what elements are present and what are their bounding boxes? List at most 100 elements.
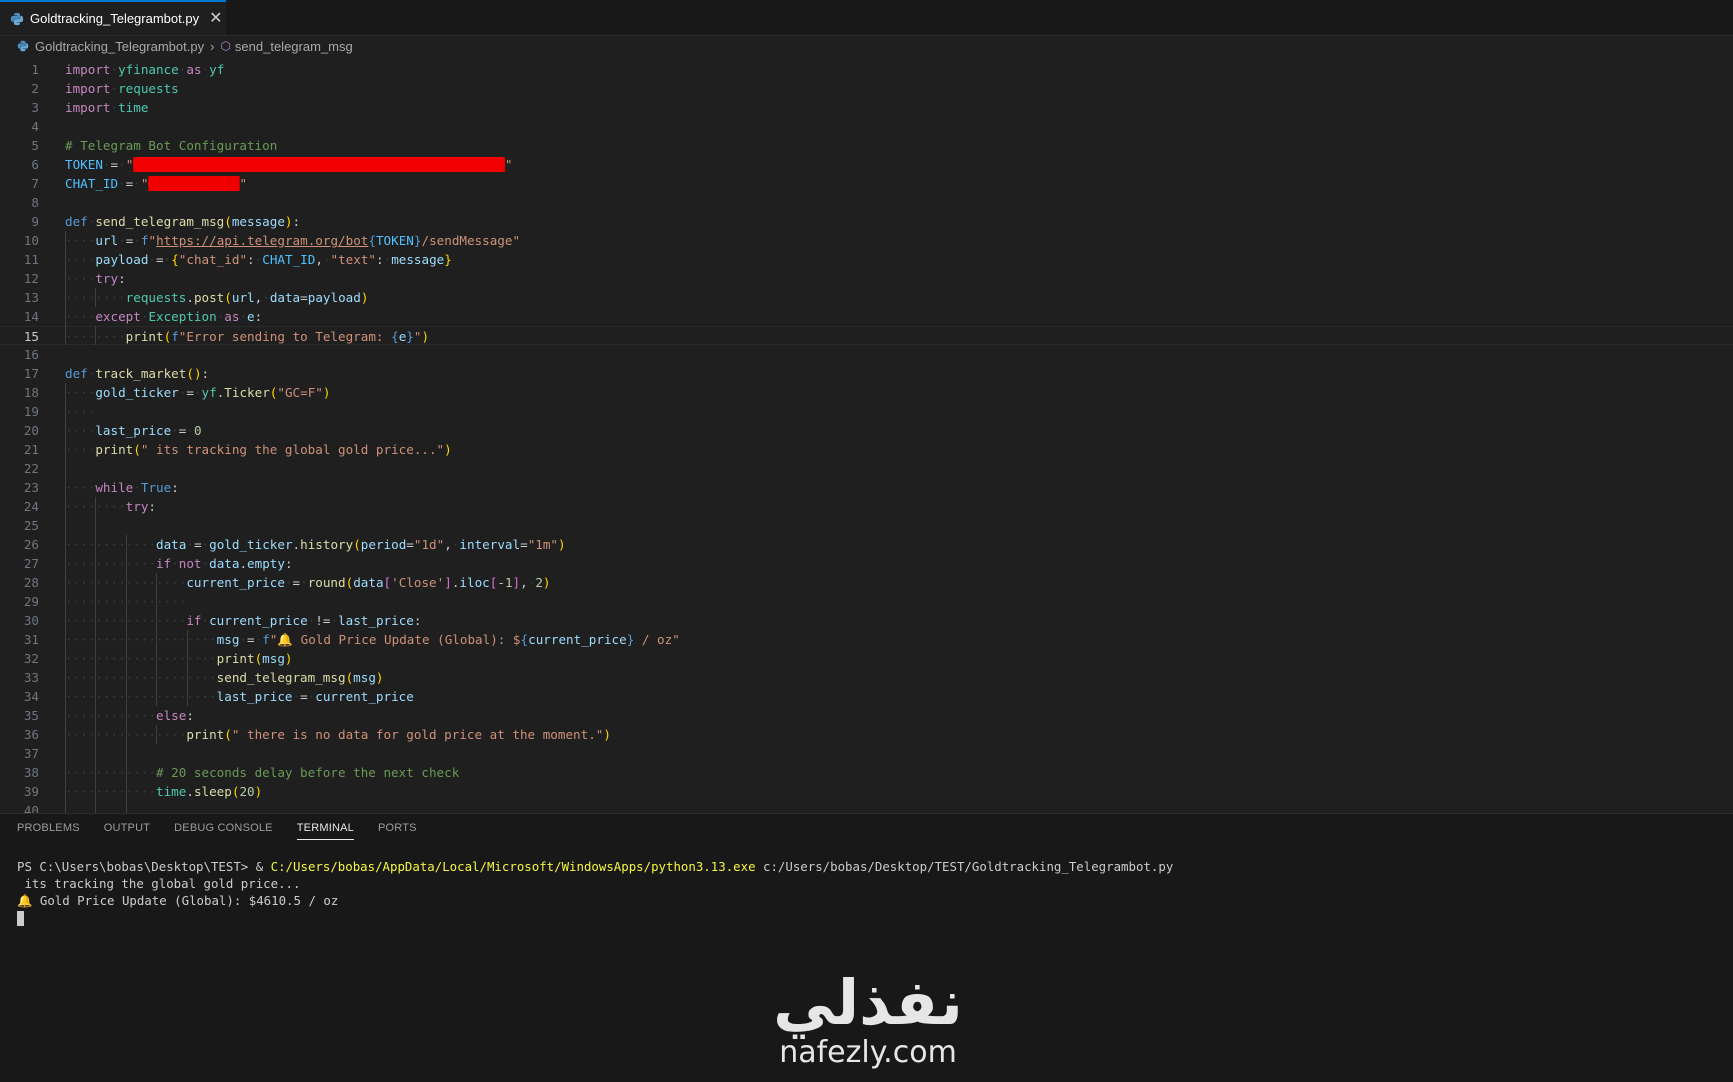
code-text: ····················msg·=·f"🔔 Gold Price… xyxy=(65,632,680,647)
line-number: 13 xyxy=(23,290,39,305)
panel-tabs: PROBLEMS OUTPUT DEBUG CONSOLE TERMINAL P… xyxy=(17,822,417,840)
code-line[interactable]: 10 ····url·=·f"https://api.telegram.org/b… xyxy=(0,231,1733,250)
code-line[interactable]: 2 import·requests xyxy=(0,79,1733,98)
line-number: 6 xyxy=(31,157,39,172)
tab-debug-console[interactable]: DEBUG CONSOLE xyxy=(174,822,273,840)
code-line[interactable]: 4 xyxy=(0,117,1733,136)
code-text: ················if·current_price·!=·last… xyxy=(65,613,422,628)
code-line[interactable]: 1 import·yfinance·as·yf xyxy=(0,60,1733,79)
code-line[interactable]: 13 ········requests.post(url,·data=payloa… xyxy=(0,288,1733,307)
breadcrumb-symbol[interactable]: send_telegram_msg xyxy=(235,39,353,54)
method-icon: ⬡ xyxy=(220,39,231,53)
code-line[interactable]: 12 ····try: xyxy=(0,269,1733,288)
code-line[interactable]: 11 ····payload·=·{"chat_id":·CHAT_ID,·"te… xyxy=(0,250,1733,269)
line-number: 17 xyxy=(23,366,39,381)
code-text: ················print(" there is no data… xyxy=(65,727,611,742)
code-line[interactable]: 28 ················current_price·=·round(… xyxy=(0,573,1733,592)
code-line[interactable]: 15 ········print(f"Error sending to Teleg… xyxy=(0,326,1733,345)
code-line[interactable]: 39 ············time.sleep(20) xyxy=(0,782,1733,801)
terminal-prompt: PS C:\Users\bobas\Desktop\TEST> & xyxy=(17,859,271,874)
code-line[interactable]: 8 xyxy=(0,193,1733,212)
line-number: 19 xyxy=(23,404,39,419)
terminal-output[interactable]: PS C:\Users\bobas\Desktop\TEST> & C:/Use… xyxy=(17,858,1173,926)
indent-guide xyxy=(156,573,158,706)
line-number: 10 xyxy=(23,233,39,248)
code-text: import·yfinance·as·yf xyxy=(65,62,225,77)
code-editor[interactable]: 1 import·yfinance·as·yf 2 import·requests 3 i… xyxy=(0,57,1733,813)
code-line[interactable]: 26 ············data·=·gold_ticker.history… xyxy=(0,535,1733,554)
line-number: 2 xyxy=(31,81,39,96)
line-number: 37 xyxy=(23,746,39,761)
code-line[interactable]: 16 xyxy=(0,345,1733,364)
code-line[interactable]: 30 ················if·current_price·!=·la… xyxy=(0,611,1733,630)
terminal-cursor xyxy=(17,911,24,926)
code-line[interactable]: 5 # Telegram Bot Configuration xyxy=(0,136,1733,155)
line-number: 14 xyxy=(23,309,39,324)
code-line[interactable]: 23 ····while·True: xyxy=(0,478,1733,497)
code-line[interactable]: 3 import·time xyxy=(0,98,1733,117)
breadcrumb-file[interactable]: Goldtracking_Telegrambot.py xyxy=(35,39,204,54)
code-line[interactable]: 9 def·send_telegram_msg(message): xyxy=(0,212,1733,231)
code-line[interactable]: 21 ····print(" its tracking the global go… xyxy=(0,440,1733,459)
line-number: 16 xyxy=(23,347,39,362)
code-line[interactable]: 27 ············if·not·data.empty: xyxy=(0,554,1733,573)
watermark-logo: نفذلي nafezly.com xyxy=(763,970,973,1070)
code-text: ············if·not·data.empty: xyxy=(65,556,293,571)
code-line[interactable]: 6 TOKEN·=·"██████████████████████████████… xyxy=(0,155,1733,174)
code-text: ····while·True: xyxy=(65,480,179,495)
code-text: ········try: xyxy=(65,499,157,514)
code-line[interactable]: 31 ····················msg·=·f"🔔 Gold Pri… xyxy=(0,630,1733,649)
editor-tab-bar: Goldtracking_Telegrambot.py ✕ xyxy=(0,0,1733,36)
code-text: ····last_price·=·0 xyxy=(65,423,202,438)
line-number: 23 xyxy=(23,480,39,495)
code-line[interactable]: 35 ············else: xyxy=(0,706,1733,725)
terminal-script-path: c:/Users/bobas/Desktop/TEST/Goldtracking… xyxy=(755,859,1174,874)
code-text: ····url·=·f"https://api.telegram.org/bot… xyxy=(65,233,521,248)
code-line[interactable]: 19 ···· xyxy=(0,402,1733,421)
line-number: 15 xyxy=(23,329,39,344)
chevron-right-icon: › xyxy=(210,38,215,54)
code-text: ····print(" its tracking the global gold… xyxy=(65,442,452,457)
code-line[interactable]: 7 CHAT_ID·=·"████████████" xyxy=(0,174,1733,193)
close-icon[interactable]: ✕ xyxy=(209,10,222,27)
code-line[interactable]: 34 ····················last_price·=·curre… xyxy=(0,687,1733,706)
code-text: ············data·=·gold_ticker.history(p… xyxy=(65,537,566,552)
tab-goldtracking-file[interactable]: Goldtracking_Telegrambot.py ✕ xyxy=(0,0,226,35)
tab-ports[interactable]: PORTS xyxy=(378,822,417,840)
tab-output[interactable]: OUTPUT xyxy=(104,822,150,840)
code-line[interactable]: 24 ········try: xyxy=(0,497,1733,516)
line-number: 18 xyxy=(23,385,39,400)
terminal-python-exe: C:/Users/bobas/AppData/Local/Microsoft/W… xyxy=(270,859,756,874)
code-line[interactable]: 37 xyxy=(0,744,1733,763)
python-file-icon xyxy=(10,12,24,25)
indent-guide xyxy=(95,326,97,345)
code-line[interactable]: 20 ····last_price·=·0 xyxy=(0,421,1733,440)
code-line[interactable]: 29················ xyxy=(0,592,1733,611)
code-line[interactable]: 36 ················print(" there is no da… xyxy=(0,725,1733,744)
code-line[interactable]: 17 def·track_market(): xyxy=(0,364,1733,383)
code-line[interactable]: 18 ····gold_ticker·=·yf.Ticker("GC=F") xyxy=(0,383,1733,402)
line-number: 31 xyxy=(23,632,39,647)
line-number: 40 xyxy=(23,803,39,813)
code-line[interactable]: 40 xyxy=(0,801,1733,813)
line-number: 9 xyxy=(31,214,39,229)
line-number: 25 xyxy=(23,518,39,533)
line-number: 30 xyxy=(23,613,39,628)
tab-terminal[interactable]: TERMINAL xyxy=(296,822,354,840)
code-line[interactable]: 14 ····except·Exception·as·e: xyxy=(0,307,1733,326)
terminal-output-line: its tracking the global gold price... xyxy=(17,876,301,891)
code-line[interactable]: 32 ····················print(msg) xyxy=(0,649,1733,668)
code-line[interactable]: 38 ············# 20 seconds delay before … xyxy=(0,763,1733,782)
code-text: ···· xyxy=(65,404,96,419)
line-number: 11 xyxy=(23,252,39,267)
tab-problems[interactable]: PROBLEMS xyxy=(17,822,80,840)
line-number: 35 xyxy=(23,708,39,723)
code-text: ····payload·=·{"chat_id":·CHAT_ID,·"text… xyxy=(65,252,452,267)
code-line[interactable]: 25 xyxy=(0,516,1733,535)
code-line[interactable]: 33 ····················send_telegram_msg(… xyxy=(0,668,1733,687)
line-number: 20 xyxy=(23,423,39,438)
code-line[interactable]: 22 xyxy=(0,459,1733,478)
code-text: ····················print(msg) xyxy=(65,651,293,666)
line-number: 38 xyxy=(23,765,39,780)
code-text: ············else: xyxy=(65,708,194,723)
